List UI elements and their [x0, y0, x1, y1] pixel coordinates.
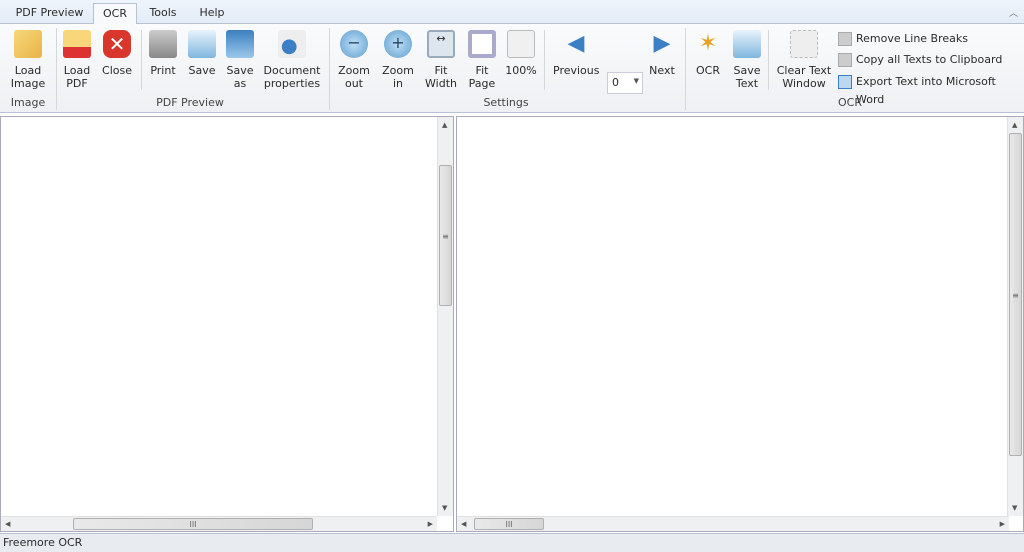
copy-icon [838, 53, 852, 67]
scroll-down-icon[interactable]: ▼ [442, 504, 447, 512]
zoom-out-button[interactable]: − Zoom out [336, 30, 372, 90]
divider [329, 28, 330, 110]
folder-image-icon [14, 30, 42, 58]
collapse-ribbon-icon[interactable]: ︿ [1009, 6, 1018, 19]
save-as-button[interactable]: Save as [223, 30, 257, 90]
vertical-scrollbar[interactable]: ▲ ≡ ▼ [1007, 117, 1023, 516]
ocr-button[interactable]: ✶ OCR [692, 30, 724, 77]
horizontal-scrollbar[interactable]: ◀ III ▶ [1, 516, 437, 531]
divider [768, 30, 769, 90]
pdf-preview-pane[interactable]: ▲ ≡ ▼ ◀ III ▶ [0, 116, 454, 532]
save-button[interactable]: Save [185, 30, 219, 77]
group-label-settings: Settings [483, 96, 529, 109]
export-to-word-button[interactable]: Export Text into Microsoft Word [838, 73, 1024, 106]
status-bar: Freemore OCR [0, 533, 1024, 552]
fit-page-button[interactable]: Fit Page [465, 30, 499, 90]
horizontal-scrollbar[interactable]: ◀ III ▶ [457, 516, 1009, 531]
tab-help[interactable]: Help [192, 3, 232, 24]
remove-line-breaks-button[interactable]: Remove Line Breaks [838, 30, 968, 48]
folder-pdf-icon [63, 30, 91, 58]
group-label-pdf-preview: PDF Preview [156, 96, 224, 109]
arrow-left-icon: ◀ [567, 31, 585, 56]
previous-button[interactable]: ◀ Previous [553, 30, 600, 77]
magic-wand-icon: ✶ [698, 31, 718, 56]
close-button[interactable]: ✕ Close [99, 30, 135, 77]
printer-icon [149, 30, 177, 58]
copy-all-texts-button[interactable]: Copy all Texts to Clipboard [838, 51, 1002, 69]
scroll-up-icon[interactable]: ▲ [442, 121, 447, 129]
scroll-thumb[interactable]: III [474, 518, 544, 530]
tab-ocr[interactable]: OCR [93, 3, 137, 25]
tab-tools[interactable]: Tools [142, 3, 184, 24]
scroll-right-icon[interactable]: ▶ [1000, 520, 1005, 528]
document-info-icon [278, 30, 306, 58]
word-document-icon [838, 75, 852, 89]
remove-breaks-icon [838, 32, 852, 46]
tab-pdf-preview[interactable]: PDF Preview [12, 3, 87, 24]
close-icon: ✕ [103, 30, 131, 58]
page-100-icon [507, 30, 535, 58]
vertical-scrollbar[interactable]: ▲ ≡ ▼ [437, 117, 453, 516]
scroll-thumb[interactable]: III [73, 518, 313, 530]
actual-size-button[interactable]: 100% [504, 30, 538, 77]
save-as-icon [226, 30, 254, 58]
divider [141, 30, 142, 90]
blank-page-icon [790, 30, 818, 58]
group-label-image: Image [10, 96, 46, 109]
scroll-up-icon[interactable]: ▲ [1012, 121, 1017, 129]
status-text: Freemore OCR [3, 536, 83, 549]
group-label-ocr: OCR [838, 96, 862, 109]
clear-text-window-button[interactable]: Clear Text Window [776, 30, 832, 90]
page-number-select[interactable]: 0 ▼ [607, 72, 643, 94]
arrow-right-icon: ▶ [653, 31, 671, 56]
scroll-right-icon[interactable]: ▶ [428, 520, 433, 528]
ribbon: Load Image Image Load PDF ✕ Close Print S… [0, 24, 1024, 113]
fit-width-button[interactable]: ↔ Fit Width [423, 30, 459, 90]
fit-page-icon [468, 30, 496, 58]
save-text-button[interactable]: Save Text [731, 30, 763, 90]
zoom-out-icon: − [340, 30, 368, 58]
document-properties-button[interactable]: Document properties [263, 30, 321, 90]
save-text-icon [733, 30, 761, 58]
ocr-text-pane[interactable]: ▲ ≡ ▼ ◀ III ▶ [456, 116, 1024, 532]
print-button[interactable]: Print [146, 30, 180, 77]
scroll-thumb[interactable]: ≡ [1009, 133, 1022, 456]
zoom-in-button[interactable]: + Zoom in [380, 30, 416, 90]
divider [56, 28, 57, 110]
dropdown-arrow-icon: ▼ [633, 77, 639, 85]
scroll-thumb[interactable]: ≡ [439, 165, 452, 306]
load-image-button[interactable]: Load Image [6, 30, 50, 90]
scroll-down-icon[interactable]: ▼ [1012, 504, 1017, 512]
next-button[interactable]: ▶ Next [647, 30, 677, 77]
ribbon-tabs: PDF Preview OCR Tools Help ︿ [0, 0, 1024, 25]
divider [685, 28, 686, 110]
save-icon [188, 30, 216, 58]
zoom-in-icon: + [384, 30, 412, 58]
fit-width-icon: ↔ [427, 30, 455, 58]
scroll-left-icon[interactable]: ◀ [461, 520, 466, 528]
scroll-left-icon[interactable]: ◀ [5, 520, 10, 528]
load-pdf-button[interactable]: Load PDF [60, 30, 94, 90]
divider [544, 30, 545, 90]
